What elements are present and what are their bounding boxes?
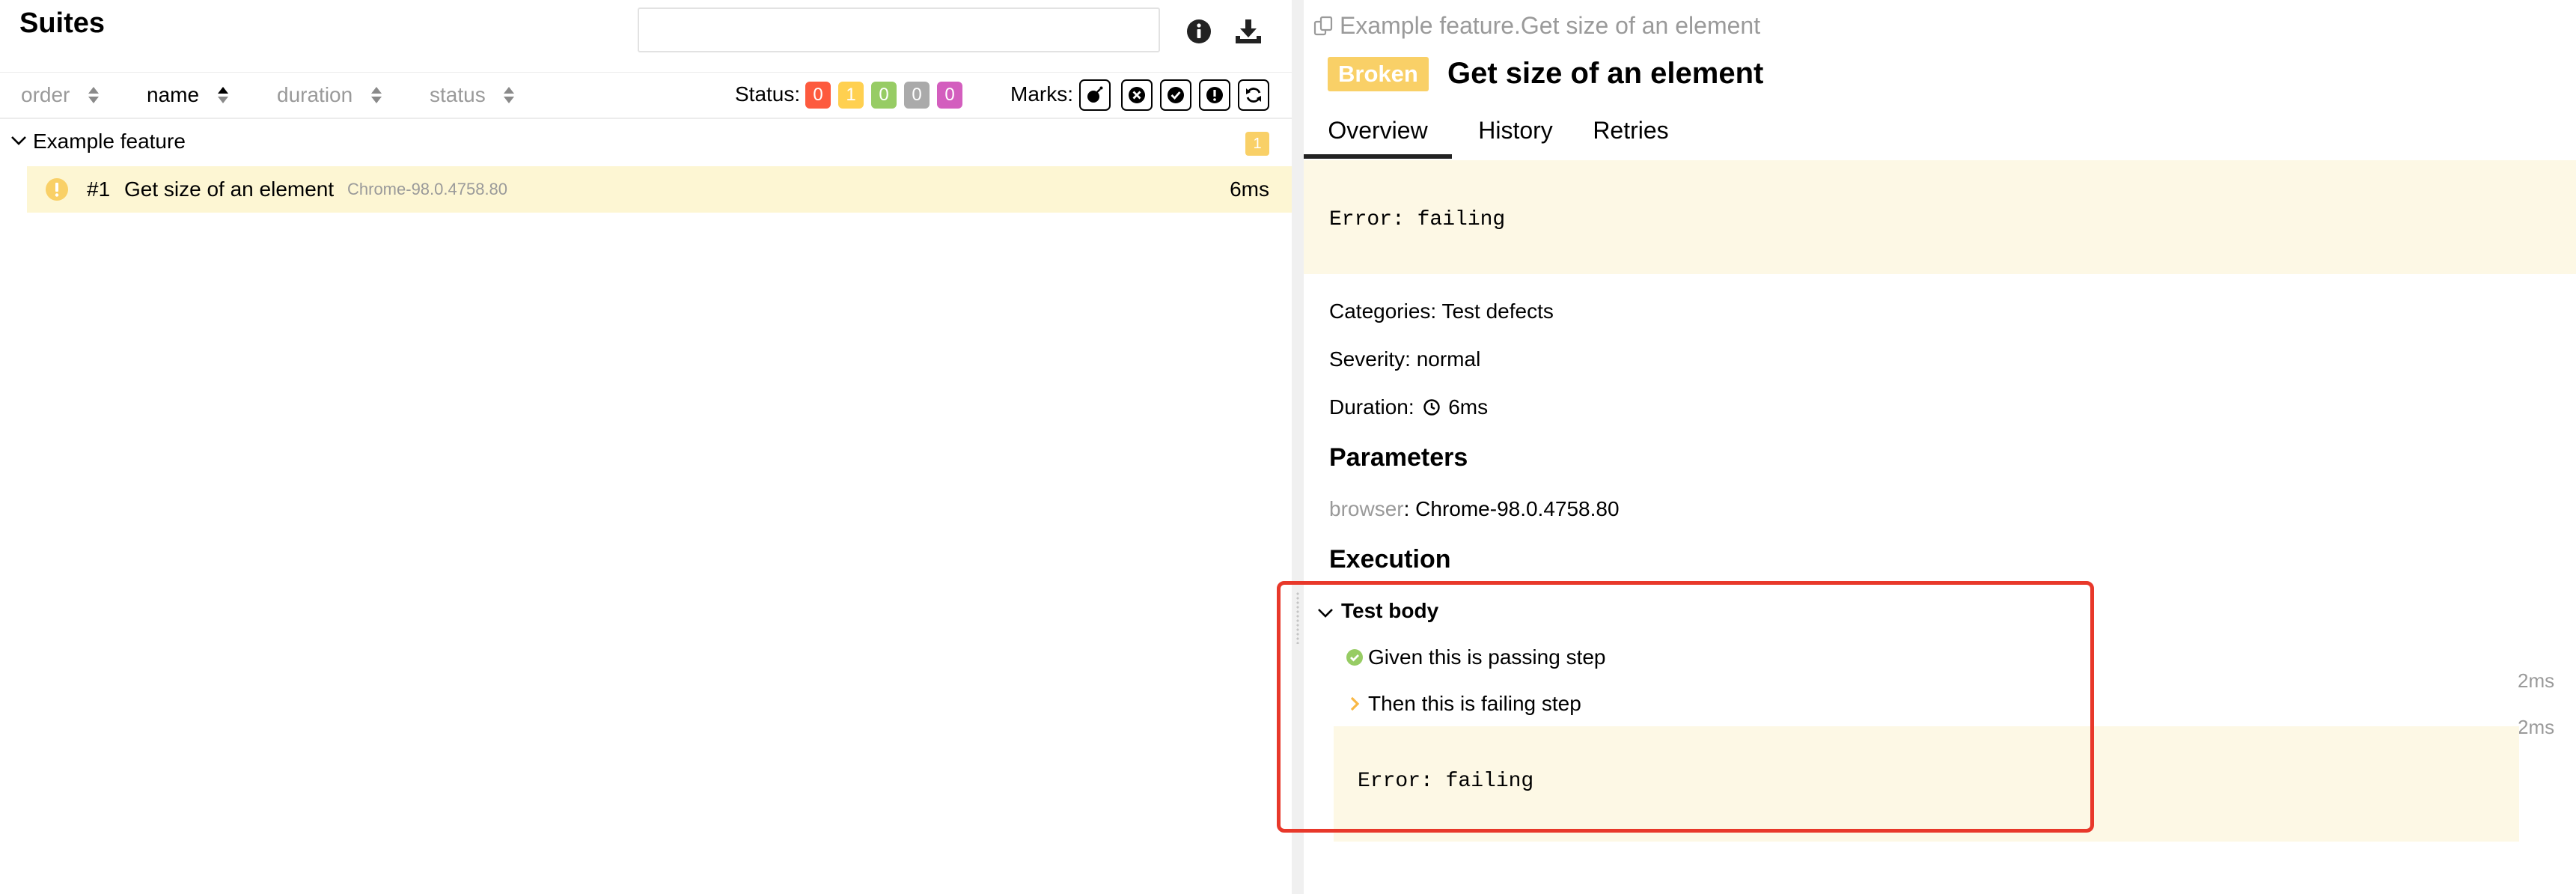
test-title: Get size of an element — [1447, 57, 1764, 90]
tree-group-example-feature[interactable]: Example feature 1 — [0, 120, 1292, 163]
sort-order[interactable]: order — [21, 73, 100, 118]
tree-group-label: Example feature — [33, 130, 186, 153]
search-input[interactable] — [638, 7, 1160, 52]
test-name: Get size of an element — [124, 177, 335, 201]
test-result-row[interactable]: #1 Get size of an element Chrome-98.0.47… — [27, 166, 1292, 213]
test-body-label: Test body — [1341, 599, 1439, 622]
execution-heading: Execution — [1329, 545, 1451, 574]
test-parameter: Chrome-98.0.4758.80 — [347, 180, 508, 198]
sort-name[interactable]: name — [147, 73, 229, 118]
download-icon[interactable] — [1233, 16, 1263, 46]
marks-filter-label: Marks: — [1010, 82, 1073, 106]
status-filter-label: Status: — [735, 82, 801, 106]
step-error-message: Error: failing — [1358, 770, 1534, 793]
parameter-line: browser: Chrome-98.0.4758.80 — [1329, 496, 1620, 523]
error-message: Error: failing — [1329, 208, 1506, 231]
duration-line: Duration: 6ms — [1329, 394, 1488, 421]
step-failing[interactable]: Then this is failing step — [1346, 687, 1581, 720]
duration-label: Duration: — [1329, 395, 1414, 419]
bomb-icon[interactable] — [1079, 79, 1111, 111]
categories-line: Categories: Test defects — [1329, 299, 1554, 323]
step-duration: 2ms — [2518, 716, 2555, 738]
test-duration: 6ms — [1230, 177, 1269, 201]
status-filter-passed[interactable]: 0 — [871, 82, 897, 109]
detail-tabs: Overview History Retries — [1304, 109, 2576, 162]
step-duration: 2ms — [2518, 669, 2555, 692]
status-badge: Broken — [1328, 57, 1429, 91]
parameter-value: : Chrome-98.0.4758.80 — [1403, 497, 1620, 520]
chevron-right-icon — [1350, 696, 1360, 711]
step-passing[interactable]: Given this is passing step — [1346, 641, 1606, 674]
status-filter-skipped[interactable]: 0 — [904, 82, 930, 109]
exclamation-circle-icon[interactable] — [1199, 79, 1230, 111]
sort-duration[interactable]: duration — [277, 73, 382, 118]
status-filter-broken[interactable]: 1 — [838, 82, 864, 109]
duration-value: 6ms — [1448, 395, 1489, 419]
drag-handle-icon[interactable] — [1295, 592, 1300, 644]
check-circle-icon[interactable] — [1160, 79, 1191, 111]
step-error-box: Error: failing — [1334, 726, 2519, 842]
sort-duration-label: duration — [277, 83, 353, 106]
sort-arrows-icon — [88, 86, 100, 103]
sort-status-label: status — [430, 83, 486, 106]
sort-arrows-icon — [504, 86, 515, 103]
info-circle-icon[interactable] — [1184, 16, 1214, 46]
page-title: Suites — [19, 7, 106, 39]
tab-overview[interactable]: Overview — [1304, 109, 1452, 159]
test-details-pane: Example feature.Get size of an element B… — [1304, 0, 2576, 894]
suites-pane: Suites order name duration status Status… — [0, 0, 1292, 894]
copy-icon[interactable] — [1313, 15, 1335, 37]
broken-status-icon — [46, 178, 68, 201]
parameter-key: browser — [1329, 497, 1404, 520]
sort-arrows-icon — [370, 86, 382, 103]
breadcrumb-text: Example feature.Get size of an element — [1340, 12, 1761, 39]
clock-icon — [1423, 398, 1441, 416]
sort-order-label: order — [21, 83, 70, 106]
parameters-heading: Parameters — [1329, 443, 1468, 472]
tab-history[interactable]: History — [1465, 109, 1566, 159]
step-name: Then this is failing step — [1368, 692, 1581, 715]
tab-retries[interactable]: Retries — [1581, 109, 1681, 159]
error-message-box: Error: failing — [1304, 160, 2576, 274]
refresh-icon[interactable] — [1238, 79, 1269, 111]
status-filter-unknown[interactable]: 0 — [937, 82, 962, 109]
status-filter-failed[interactable]: 0 — [805, 82, 831, 109]
sort-arrows-icon — [217, 86, 228, 103]
test-body-toggle[interactable]: Test body — [1317, 595, 1438, 627]
step-name: Given this is passing step — [1368, 645, 1606, 669]
chevron-down-icon — [1318, 608, 1333, 618]
severity-line: Severity: normal — [1329, 347, 1481, 371]
chevron-down-icon — [11, 136, 26, 145]
times-circle-icon[interactable] — [1121, 79, 1153, 111]
sort-name-label: name — [147, 83, 200, 106]
breadcrumb: Example feature.Get size of an element — [1313, 10, 1760, 40]
test-number: #1 — [87, 177, 111, 201]
group-count-badge: 1 — [1245, 132, 1269, 156]
sort-status[interactable]: status — [430, 73, 515, 118]
pane-splitter[interactable] — [1292, 0, 1304, 894]
check-circle-icon — [1346, 648, 1363, 666]
